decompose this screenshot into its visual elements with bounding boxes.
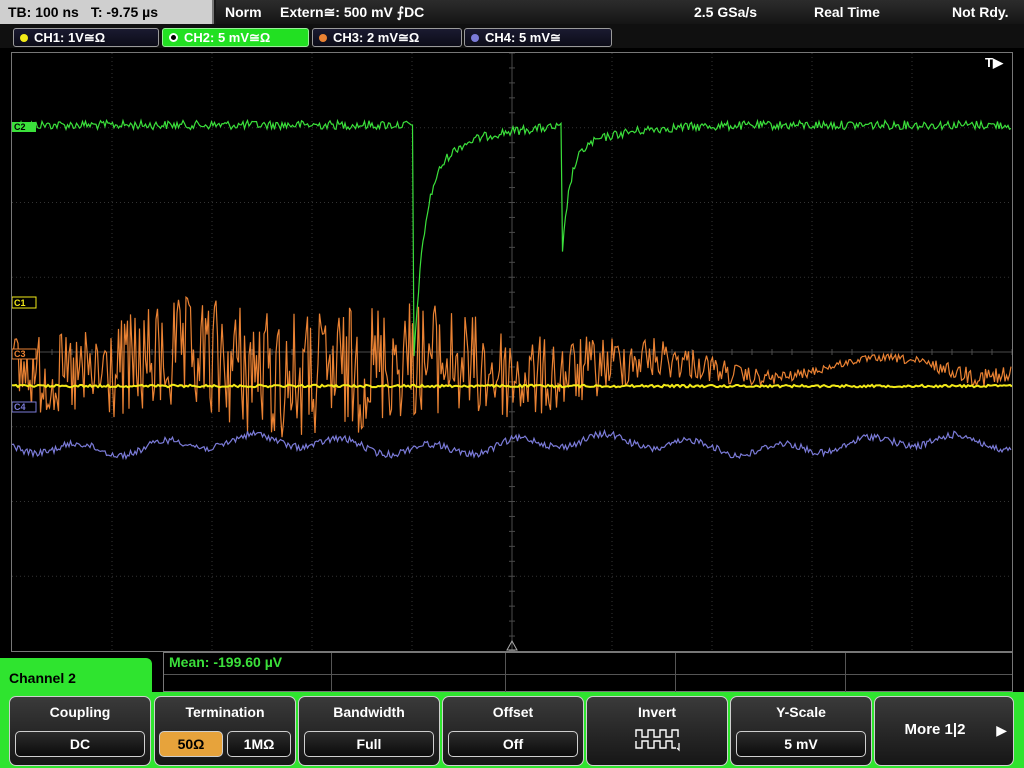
ch3-marker-label: C3 — [14, 349, 26, 359]
trigger-position-marker: T▶ — [985, 55, 1004, 70]
tab-ch1[interactable]: CH1: 1V≅Ω — [13, 28, 159, 47]
trigger-mode: Norm — [225, 4, 262, 20]
coupling-softkey[interactable]: Coupling DC — [9, 696, 151, 766]
ch4-marker-label: C4 — [14, 402, 26, 412]
yscale-title: Y-Scale — [776, 704, 826, 720]
termination-softkey[interactable]: Termination 50Ω 1MΩ — [154, 696, 296, 766]
invert-softkey[interactable]: Invert — [586, 696, 728, 766]
ch2-marker-label: C2 — [14, 122, 26, 132]
offset-value[interactable]: Off — [448, 731, 578, 757]
tab-ch4[interactable]: CH4: 5 mV≅ — [464, 28, 612, 47]
ch1-marker-label: C1 — [14, 298, 26, 308]
waveform-display[interactable]: C2 C1 C3 C4 T▶ — [11, 52, 1013, 652]
ch3-offset-marker[interactable]: C3 — [12, 348, 37, 360]
more-softkey[interactable]: More 1|2 ▶ — [874, 696, 1014, 766]
acquisition-mode: Real Time — [814, 4, 880, 20]
timebase-value: TB: 100 ns — [8, 4, 79, 20]
timebase-panel[interactable]: TB: 100 ns T: -9.75 µs — [0, 0, 214, 24]
tab-ch2[interactable]: CH2: 5 mV≅Ω — [162, 28, 309, 47]
ch2-dot-icon — [169, 33, 178, 42]
termination-title: Termination — [185, 704, 265, 720]
offset-title: Offset — [492, 704, 534, 720]
ch2-label: CH2: 5 mV≅Ω — [184, 29, 271, 45]
yscale-value[interactable]: 5 mV — [736, 731, 866, 757]
ch2-offset-marker[interactable]: C2 — [12, 122, 36, 132]
invert-waveform-icon — [635, 729, 680, 752]
ch3-label: CH3: 2 mV≅Ω — [333, 29, 420, 45]
invert-title: Invert — [637, 704, 677, 720]
measurement-panel[interactable]: Mean: -199.60 µV — [163, 652, 1013, 693]
ch1-label: CH1: 1V≅Ω — [34, 29, 106, 45]
more-arrow-icon: ▶ — [996, 722, 1007, 738]
ch1-dot-icon — [20, 33, 28, 42]
waveform-svg: C2 C1 C3 C4 T▶ — [12, 53, 1012, 651]
yscale-softkey[interactable]: Y-Scale 5 mV — [730, 696, 872, 766]
trigger-panel[interactable]: Norm Extern≅: 500 mV ⨍DC 2.5 GSa/s Real … — [216, 0, 1024, 24]
coupling-value[interactable]: DC — [15, 731, 145, 757]
ch4-label: CH4: 5 mV≅ — [485, 29, 561, 45]
trigger-time-value: T: -9.75 µs — [90, 4, 159, 20]
sample-rate: 2.5 GSa/s — [694, 4, 758, 20]
termination-50ohm-option[interactable]: 50Ω — [159, 731, 223, 757]
coupling-title: Coupling — [49, 704, 111, 720]
status-bar: TB: 100 ns T: -9.75 µs Norm Extern≅: 500… — [0, 0, 1024, 24]
bandwidth-title: Bandwidth — [333, 704, 405, 720]
mean-measurement: Mean: -199.60 µV — [169, 654, 283, 670]
offset-softkey[interactable]: Offset Off — [442, 696, 584, 766]
tab-ch3[interactable]: CH3: 2 mV≅Ω — [312, 28, 462, 47]
ch3-dot-icon — [319, 33, 327, 42]
ch4-dot-icon — [471, 33, 479, 42]
trigger-source: Extern≅: 500 mV ⨍DC — [280, 4, 425, 20]
bandwidth-softkey[interactable]: Bandwidth Full — [298, 696, 440, 766]
bandwidth-value[interactable]: Full — [304, 731, 434, 757]
ch1-offset-marker[interactable]: C1 — [12, 296, 37, 309]
ch4-offset-marker[interactable]: C4 — [12, 401, 37, 413]
run-status: Not Rdy. — [952, 4, 1009, 20]
termination-1mohm-option[interactable]: 1MΩ — [227, 731, 291, 757]
more-label: More 1|2 — [904, 721, 966, 738]
